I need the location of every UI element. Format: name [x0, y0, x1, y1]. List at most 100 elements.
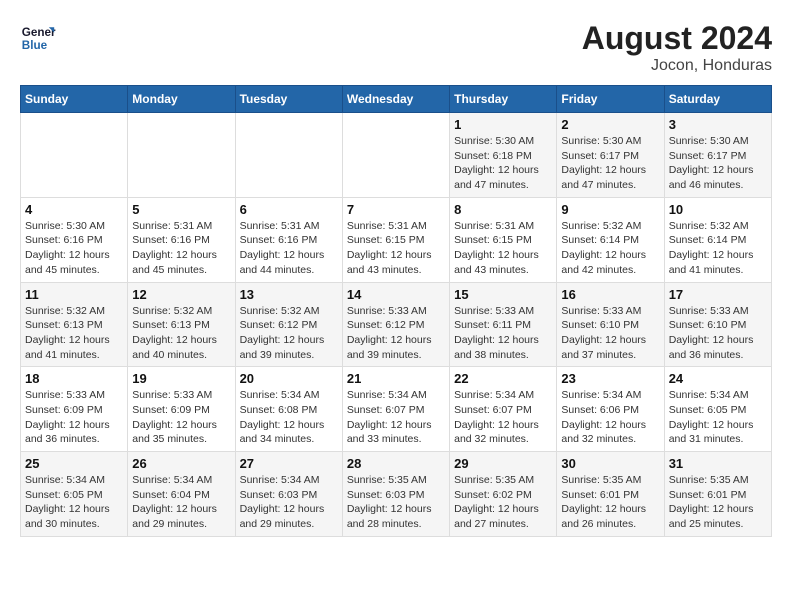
week-row-4: 18 Sunrise: 5:33 AM Sunset: 6:09 PM Dayli…	[21, 367, 772, 452]
day-number: 31	[669, 456, 767, 471]
day-number: 24	[669, 371, 767, 386]
week-row-3: 11 Sunrise: 5:32 AM Sunset: 6:13 PM Dayli…	[21, 282, 772, 367]
day-number: 8	[454, 202, 552, 217]
day-info: Sunrise: 5:30 AM Sunset: 6:17 PM Dayligh…	[669, 134, 767, 193]
day-cell: 27Sunrise: 5:34 AM Sunset: 6:03 PM Dayli…	[235, 452, 342, 537]
day-number: 22	[454, 371, 552, 386]
day-number: 28	[347, 456, 445, 471]
day-cell: 9 Sunrise: 5:32 AM Sunset: 6:14 PM Daylig…	[557, 197, 664, 282]
day-cell: 25 Sunrise: 5:34 AM Sunset: 6:05 PM Dayli…	[21, 452, 128, 537]
day-info: Sunrise: 5:33 AM Sunset: 6:11 PM Dayligh…	[454, 304, 552, 363]
day-number: 7	[347, 202, 445, 217]
day-info: Sunrise: 5:32 AM Sunset: 6:14 PM Dayligh…	[669, 219, 767, 278]
day-number: 14	[347, 287, 445, 302]
day-cell: 31 Sunrise: 5:35 AM Sunset: 6:01 PM Dayli…	[664, 452, 771, 537]
day-cell: 17 Sunrise: 5:33 AM Sunset: 6:10 PM Dayli…	[664, 282, 771, 367]
day-cell: 6 Sunrise: 5:31 AM Sunset: 6:16 PM Daylig…	[235, 197, 342, 282]
day-number: 19	[132, 371, 230, 386]
day-cell: 22 Sunrise: 5:34 AM Sunset: 6:07 PM Dayli…	[450, 367, 557, 452]
day-info: Sunrise: 5:33 AM Sunset: 6:10 PM Dayligh…	[561, 304, 659, 363]
day-info: Sunrise: 5:34 AM Sunset: 6:06 PM Dayligh…	[561, 388, 659, 447]
day-info: Sunrise: 5:32 AM Sunset: 6:12 PM Dayligh…	[240, 304, 338, 363]
day-cell: 21Sunrise: 5:34 AM Sunset: 6:07 PM Dayli…	[342, 367, 449, 452]
day-info: Sunrise: 5:34 AM Sunset: 6:08 PM Dayligh…	[240, 388, 338, 447]
day-info: Sunrise: 5:34 AM Sunset: 6:05 PM Dayligh…	[669, 388, 767, 447]
day-number: 11	[25, 287, 123, 302]
day-number: 17	[669, 287, 767, 302]
day-number: 18	[25, 371, 123, 386]
day-cell: 7 Sunrise: 5:31 AM Sunset: 6:15 PM Daylig…	[342, 197, 449, 282]
day-info: Sunrise: 5:33 AM Sunset: 6:09 PM Dayligh…	[25, 388, 123, 447]
day-cell: 23 Sunrise: 5:34 AM Sunset: 6:06 PM Dayli…	[557, 367, 664, 452]
page-header: General Blue August 2024 Jocon, Honduras	[20, 20, 772, 75]
day-number: 29	[454, 456, 552, 471]
day-info: Sunrise: 5:31 AM Sunset: 6:16 PM Dayligh…	[240, 219, 338, 278]
day-number: 1	[454, 117, 552, 132]
day-cell: 10 Sunrise: 5:32 AM Sunset: 6:14 PM Dayli…	[664, 197, 771, 282]
day-cell: 26Sunrise: 5:34 AM Sunset: 6:04 PM Dayli…	[128, 452, 235, 537]
day-info: Sunrise: 5:32 AM Sunset: 6:13 PM Dayligh…	[132, 304, 230, 363]
day-number: 23	[561, 371, 659, 386]
day-info: Sunrise: 5:30 AM Sunset: 6:16 PM Dayligh…	[25, 219, 123, 278]
day-number: 20	[240, 371, 338, 386]
day-number: 4	[25, 202, 123, 217]
day-info: Sunrise: 5:30 AM Sunset: 6:17 PM Dayligh…	[561, 134, 659, 193]
day-cell: 13 Sunrise: 5:32 AM Sunset: 6:12 PM Dayli…	[235, 282, 342, 367]
col-header-monday: Monday	[128, 86, 235, 113]
day-info: Sunrise: 5:34 AM Sunset: 6:07 PM Dayligh…	[454, 388, 552, 447]
day-info: Sunrise: 5:30 AM Sunset: 6:18 PM Dayligh…	[454, 134, 552, 193]
day-cell	[128, 113, 235, 198]
day-number: 21	[347, 371, 445, 386]
day-info: Sunrise: 5:33 AM Sunset: 6:12 PM Dayligh…	[347, 304, 445, 363]
day-cell: 30 Sunrise: 5:35 AM Sunset: 6:01 PM Dayli…	[557, 452, 664, 537]
day-cell: 15 Sunrise: 5:33 AM Sunset: 6:11 PM Dayli…	[450, 282, 557, 367]
day-info: Sunrise: 5:33 AM Sunset: 6:10 PM Dayligh…	[669, 304, 767, 363]
day-cell: 3 Sunrise: 5:30 AM Sunset: 6:17 PM Daylig…	[664, 113, 771, 198]
day-cell: 28 Sunrise: 5:35 AM Sunset: 6:03 PM Dayli…	[342, 452, 449, 537]
day-info: Sunrise: 5:31 AM Sunset: 6:15 PM Dayligh…	[454, 219, 552, 278]
day-number: 12	[132, 287, 230, 302]
day-info: Sunrise: 5:32 AM Sunset: 6:13 PM Dayligh…	[25, 304, 123, 363]
col-header-friday: Friday	[557, 86, 664, 113]
day-number: 6	[240, 202, 338, 217]
day-info: Sunrise: 5:31 AM Sunset: 6:16 PM Dayligh…	[132, 219, 230, 278]
day-info: Sunrise: 5:35 AM Sunset: 6:03 PM Dayligh…	[347, 473, 445, 532]
page-subtitle: Jocon, Honduras	[582, 57, 772, 75]
day-number: 30	[561, 456, 659, 471]
day-info: Sunrise: 5:34 AM Sunset: 6:05 PM Dayligh…	[25, 473, 123, 532]
day-number: 9	[561, 202, 659, 217]
day-cell: 11 Sunrise: 5:32 AM Sunset: 6:13 PM Dayli…	[21, 282, 128, 367]
col-header-tuesday: Tuesday	[235, 86, 342, 113]
col-header-thursday: Thursday	[450, 86, 557, 113]
week-row-1: 1 Sunrise: 5:30 AM Sunset: 6:18 PM Daylig…	[21, 113, 772, 198]
day-cell: 24 Sunrise: 5:34 AM Sunset: 6:05 PM Dayli…	[664, 367, 771, 452]
day-number: 25	[25, 456, 123, 471]
col-header-sunday: Sunday	[21, 86, 128, 113]
day-number: 15	[454, 287, 552, 302]
title-block: August 2024 Jocon, Honduras	[582, 20, 772, 75]
week-row-5: 25 Sunrise: 5:34 AM Sunset: 6:05 PM Dayli…	[21, 452, 772, 537]
day-number: 27	[240, 456, 338, 471]
day-cell	[21, 113, 128, 198]
day-cell: 18 Sunrise: 5:33 AM Sunset: 6:09 PM Dayli…	[21, 367, 128, 452]
header-row: SundayMondayTuesdayWednesdayThursdayFrid…	[21, 86, 772, 113]
day-number: 13	[240, 287, 338, 302]
day-info: Sunrise: 5:33 AM Sunset: 6:09 PM Dayligh…	[132, 388, 230, 447]
day-info: Sunrise: 5:31 AM Sunset: 6:15 PM Dayligh…	[347, 219, 445, 278]
day-info: Sunrise: 5:35 AM Sunset: 6:02 PM Dayligh…	[454, 473, 552, 532]
day-info: Sunrise: 5:32 AM Sunset: 6:14 PM Dayligh…	[561, 219, 659, 278]
day-cell: 16Sunrise: 5:33 AM Sunset: 6:10 PM Dayli…	[557, 282, 664, 367]
day-cell: 1 Sunrise: 5:30 AM Sunset: 6:18 PM Daylig…	[450, 113, 557, 198]
day-number: 2	[561, 117, 659, 132]
day-number: 10	[669, 202, 767, 217]
logo: General Blue	[20, 20, 56, 56]
day-number: 5	[132, 202, 230, 217]
day-cell: 5 Sunrise: 5:31 AM Sunset: 6:16 PM Daylig…	[128, 197, 235, 282]
day-info: Sunrise: 5:35 AM Sunset: 6:01 PM Dayligh…	[561, 473, 659, 532]
day-cell	[342, 113, 449, 198]
day-number: 3	[669, 117, 767, 132]
day-cell: 19 Sunrise: 5:33 AM Sunset: 6:09 PM Dayli…	[128, 367, 235, 452]
week-row-2: 4 Sunrise: 5:30 AM Sunset: 6:16 PM Daylig…	[21, 197, 772, 282]
col-header-saturday: Saturday	[664, 86, 771, 113]
day-info: Sunrise: 5:35 AM Sunset: 6:01 PM Dayligh…	[669, 473, 767, 532]
